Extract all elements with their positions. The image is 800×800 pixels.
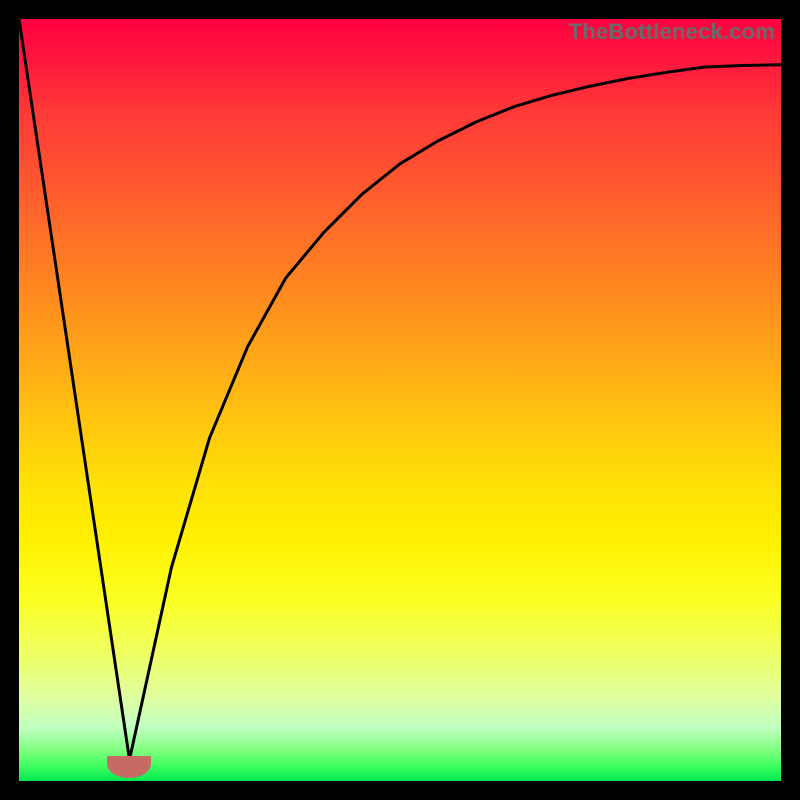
chart-frame: TheBottleneck.com xyxy=(19,19,781,781)
curve-path xyxy=(19,19,781,760)
bottleneck-curve xyxy=(19,19,781,781)
watermark-text: TheBottleneck.com xyxy=(569,19,775,45)
